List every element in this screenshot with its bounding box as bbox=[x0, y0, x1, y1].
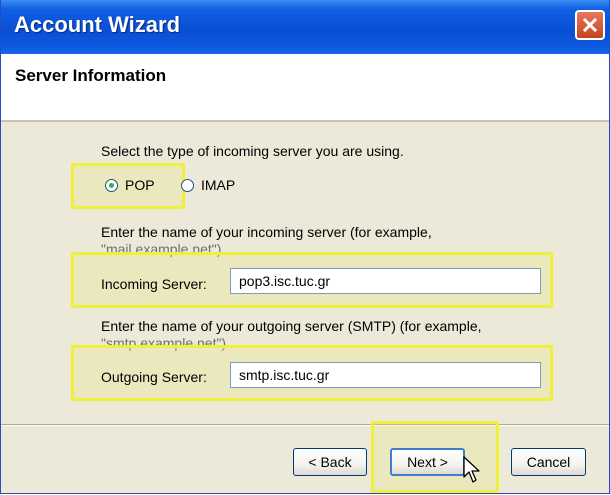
mouse-pointer-icon bbox=[463, 456, 480, 483]
radio-imap[interactable]: IMAP bbox=[181, 177, 235, 193]
server-type-prompt: Select the type of incoming server you a… bbox=[101, 143, 404, 159]
back-button[interactable]: < Back bbox=[293, 448, 367, 476]
outgoing-server-label: Outgoing Server: bbox=[101, 369, 207, 385]
title-bar[interactable]: Account Wizard bbox=[1, 0, 609, 54]
incoming-prompt-line1: Enter the name of your incoming server (… bbox=[101, 224, 432, 240]
radio-imap-label: IMAP bbox=[201, 177, 236, 193]
window-title: Account Wizard bbox=[14, 12, 181, 37]
outgoing-server-input[interactable] bbox=[230, 362, 541, 388]
page-header: Server Information bbox=[1, 54, 609, 122]
next-button[interactable]: Next > bbox=[390, 448, 465, 476]
incoming-server-input[interactable] bbox=[230, 268, 541, 294]
page-title: Server Information bbox=[15, 66, 167, 85]
close-x-icon bbox=[582, 17, 598, 33]
radio-pop-label: POP bbox=[125, 177, 155, 193]
cancel-button[interactable]: Cancel bbox=[511, 448, 586, 476]
outgoing-prompt-line1: Enter the name of your outgoing server (… bbox=[101, 318, 482, 334]
footer-divider bbox=[1, 424, 609, 426]
radio-pop[interactable]: POP bbox=[105, 177, 155, 193]
close-button[interactable] bbox=[575, 10, 605, 40]
account-wizard-window: Account Wizard Server Information Select… bbox=[0, 0, 610, 494]
incoming-server-label: Incoming Server: bbox=[101, 276, 207, 292]
radio-imap-indicator[interactable] bbox=[181, 178, 194, 192]
radio-pop-indicator[interactable] bbox=[105, 178, 118, 192]
